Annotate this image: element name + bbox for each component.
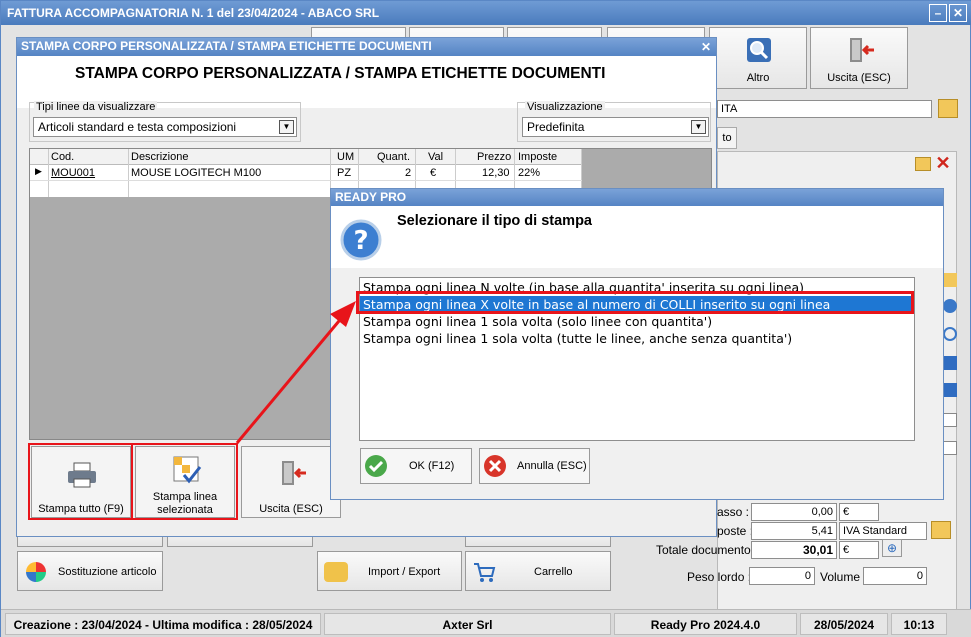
totale-field: 30,01: [751, 541, 837, 559]
arrow-up-icon[interactable]: [943, 356, 957, 370]
print-dialog-close-icon[interactable]: ✕: [701, 38, 716, 56]
delete-icon[interactable]: ✕: [934, 154, 952, 172]
imposte-code[interactable]: IVA Standard: [839, 522, 927, 540]
magnifier-icon: [747, 38, 771, 62]
status-version: Ready Pro 2024.4.0: [614, 613, 797, 635]
col-cod[interactable]: Cod.: [51, 151, 74, 163]
row-description: MOUSE LOGITECH M100: [131, 167, 262, 179]
row-tax: 22%: [518, 167, 541, 179]
totale-label: Totale documento :: [656, 543, 758, 557]
database-icon: [324, 562, 348, 582]
side-icon-2[interactable]: [943, 299, 957, 313]
open-folder-icon[interactable]: [915, 157, 931, 171]
side-icon-3[interactable]: [943, 327, 957, 341]
folder-icon[interactable]: [938, 99, 958, 118]
customer-field-partial[interactable]: ITA: [717, 100, 932, 118]
print-dialog-titlebar: STAMPA CORPO PERSONALIZZATA / STAMPA ETI…: [17, 38, 716, 56]
arrow-down-icon[interactable]: [943, 383, 957, 397]
close-button[interactable]: ✕: [949, 4, 967, 22]
uscita-label: Uscita (ESC): [827, 72, 891, 84]
uscita-dialog-label: Uscita (ESC): [259, 503, 323, 515]
question-icon: ?: [340, 219, 382, 261]
side-icon-7[interactable]: [943, 441, 957, 455]
col-quant[interactable]: Quant.: [377, 151, 410, 163]
visualizzazione-label: Visualizzazione: [525, 101, 605, 113]
volume-field[interactable]: 0: [863, 567, 927, 585]
replace-icon: [26, 562, 46, 582]
import-export-button[interactable]: Import / Export: [317, 551, 462, 591]
volume-label: Volume :: [820, 570, 867, 584]
altro-label: Altro: [746, 72, 770, 84]
ready-dialog-title: READY PRO: [335, 190, 407, 204]
ready-dialog-prompt: Selezionare il tipo di stampa: [397, 213, 592, 229]
col-val[interactable]: Val: [428, 151, 443, 163]
tipi-linee-select[interactable]: Articoli standard e testa composizioni ▼: [33, 117, 297, 137]
minimize-button[interactable]: –: [929, 4, 947, 22]
col-descrizione[interactable]: Descrizione: [131, 151, 188, 163]
row-pointer-icon: ▶: [35, 166, 42, 176]
cancel-x-icon: [484, 455, 506, 477]
totale-currency: €: [839, 541, 879, 559]
annulla-button[interactable]: Annulla (ESC): [479, 448, 590, 484]
ready-dialog-titlebar: READY PRO: [331, 189, 943, 206]
annotation-divider: [131, 443, 133, 520]
ready-pro-dialog: READY PRO ? Selezionare il tipo di stamp…: [330, 188, 944, 500]
table-row[interactable]: ▶ MOU001 MOUSE LOGITECH M100 PZ 2 € 12,3…: [30, 165, 582, 181]
status-creation: Creazione : 23/04/2024 - Ultima modifica…: [5, 613, 321, 635]
tipi-linee-label: Tipi linee da visualizzare: [34, 101, 158, 113]
col-um[interactable]: UM: [337, 151, 354, 163]
uscita-dialog-button[interactable]: Uscita (ESC): [241, 446, 341, 518]
carrello-button[interactable]: Carrello: [465, 551, 611, 591]
import-export-label: Import / Export: [368, 566, 441, 578]
exit-door-icon: [282, 461, 306, 485]
status-date: 28/05/2024: [800, 613, 888, 635]
annotation-option-box: [356, 291, 914, 314]
window-title: FATTURA ACCOMPAGNATORIA N. 1 del 23/04/2…: [7, 6, 380, 20]
cart-icon: [474, 563, 496, 582]
svg-text:?: ?: [353, 226, 368, 256]
row-val: €: [430, 167, 437, 179]
incasso-currency[interactable]: €: [839, 503, 879, 521]
row-price: 12,30: [482, 167, 510, 179]
row-um: PZ: [337, 167, 352, 179]
status-time: 10:13: [891, 613, 947, 635]
side-icon-1[interactable]: [943, 273, 957, 287]
sostituzione-label: Sostituzione articolo: [58, 566, 157, 578]
ready-dialog-header: ? Selezionare il tipo di stampa: [331, 206, 943, 268]
col-imposte[interactable]: Imposte: [518, 151, 557, 163]
row-qty: 2: [405, 167, 412, 179]
ok-check-icon: [365, 455, 387, 477]
peso-field[interactable]: 0: [749, 567, 815, 585]
annulla-label: Annulla (ESC): [517, 460, 587, 472]
annotation-highlight-box: [28, 443, 238, 520]
print-dialog-title: STAMPA CORPO PERSONALIZZATA / STAMPA ETI…: [21, 39, 432, 53]
imposte-folder-icon[interactable]: [931, 521, 951, 539]
window-titlebar: FATTURA ACCOMPAGNATORIA N. 1 del 23/04/2…: [1, 1, 971, 25]
ok-button[interactable]: OK (F12): [360, 448, 472, 484]
print-type-option-2[interactable]: Stampa ogni linea 1 sola volta (solo lin…: [360, 313, 914, 330]
print-dialog-heading: STAMPA CORPO PERSONALIZZATA / STAMPA ETI…: [75, 65, 606, 82]
altro-button[interactable]: Altro: [709, 27, 807, 89]
incasso-label: asso :: [717, 505, 750, 519]
uscita-button[interactable]: Uscita (ESC): [810, 27, 908, 89]
visualizzazione-select[interactable]: Predefinita ▼: [522, 117, 709, 137]
exit-door-icon: [850, 38, 874, 62]
chevron-down-icon[interactable]: ▼: [691, 120, 706, 134]
incasso-field[interactable]: 0,00: [751, 503, 837, 521]
chevron-down-icon[interactable]: ▼: [279, 120, 294, 134]
sostituzione-articolo-button[interactable]: Sostituzione articolo: [17, 551, 163, 591]
peso-label: Peso lordo :: [687, 570, 752, 584]
print-type-option-3[interactable]: Stampa ogni linea 1 sola volta (tutte le…: [360, 330, 914, 347]
status-company: Axter Srl: [324, 613, 611, 635]
zoom-icon[interactable]: ⊕: [882, 539, 902, 557]
imposte-label: poste :: [717, 524, 754, 538]
status-bar: Creazione : 23/04/2024 - Ultima modifica…: [1, 609, 971, 637]
tab-partial[interactable]: to: [717, 127, 737, 149]
ok-label: OK (F12): [409, 460, 455, 472]
carrello-label: Carrello: [534, 566, 573, 578]
row-code[interactable]: MOU001: [51, 167, 95, 179]
col-prezzo[interactable]: Prezzo: [477, 151, 511, 163]
side-icon-6[interactable]: [943, 413, 957, 427]
imposte-field[interactable]: 5,41: [751, 522, 837, 540]
